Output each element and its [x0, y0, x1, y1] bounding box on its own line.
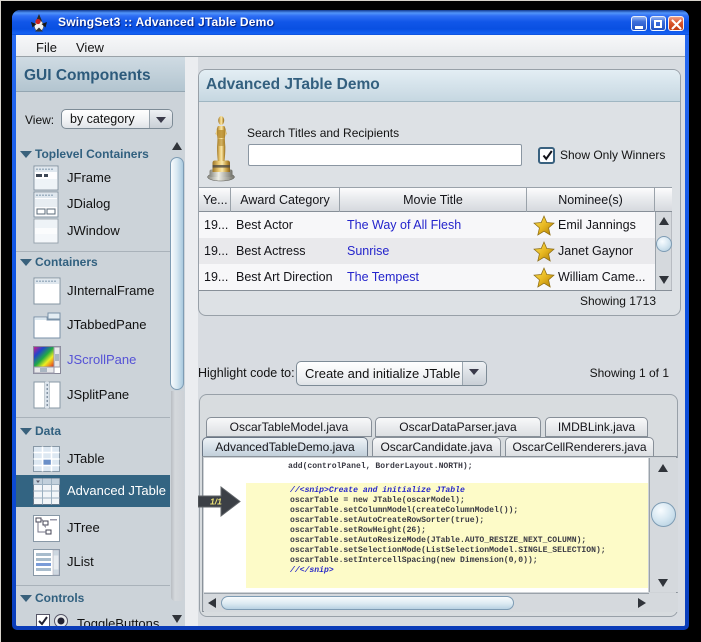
svg-text:1/1: 1/1: [210, 497, 222, 507]
